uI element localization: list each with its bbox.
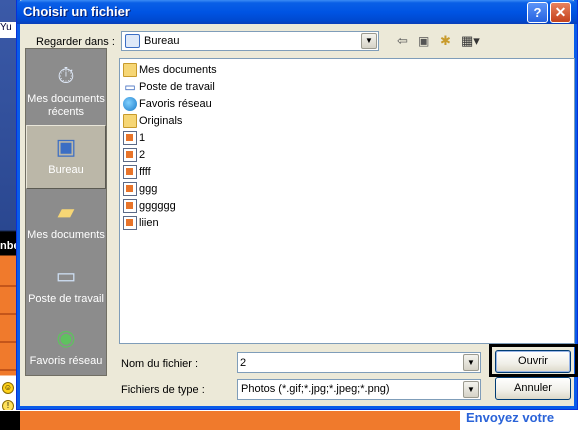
look-in-dropdown-arrow[interactable]: ▼ bbox=[361, 33, 377, 49]
place-recent-documents[interactable]: ⏱ Mes documents récents bbox=[26, 55, 106, 119]
place-label: Poste de travail bbox=[28, 293, 104, 305]
place-label: Mes documents récents bbox=[27, 93, 105, 118]
list-item[interactable]: ffff bbox=[123, 164, 151, 181]
list-item[interactable]: Mes documents bbox=[123, 62, 217, 79]
look-in-value: Bureau bbox=[144, 35, 180, 47]
cancel-button[interactable]: Annuler bbox=[495, 377, 571, 400]
place-network-places[interactable]: ◉ Favoris réseau bbox=[26, 317, 106, 381]
filetype-value: Photos (*.gif;*.jpg;*.jpeg;*.png) bbox=[241, 383, 390, 395]
list-item[interactable]: 2 bbox=[123, 147, 145, 164]
dialog-title: Choisir un fichier bbox=[23, 4, 130, 19]
smiley-icon: ☺ bbox=[2, 382, 14, 394]
computer-icon: ▭ bbox=[124, 80, 136, 95]
filetype-select[interactable]: Photos (*.gif;*.jpg;*.jpeg;*.png) ▼ bbox=[237, 379, 481, 400]
filename-dropdown-arrow[interactable]: ▼ bbox=[463, 354, 479, 371]
list-item[interactable]: 1 bbox=[123, 130, 145, 147]
filename-label: Nom du fichier : bbox=[121, 358, 199, 370]
filename-input[interactable] bbox=[240, 354, 460, 371]
help-icon: ? bbox=[533, 5, 542, 20]
file-name: 1 bbox=[139, 132, 146, 144]
list-item[interactable]: gggggg bbox=[123, 198, 176, 215]
look-in-label: Regarder dans : bbox=[36, 36, 115, 48]
network-places-icon: ◉ bbox=[56, 325, 76, 350]
place-my-documents[interactable]: ▰ Mes documents bbox=[26, 191, 106, 255]
up-folder-icon[interactable]: ▣ bbox=[418, 33, 429, 49]
desktop-small-icon bbox=[125, 34, 140, 48]
file-name: Mes documents bbox=[139, 64, 217, 76]
annotation-highlight bbox=[489, 344, 578, 377]
desktop-icon: ▣ bbox=[55, 134, 77, 159]
list-item[interactable]: liien bbox=[123, 215, 159, 232]
my-documents-icon: ▰ bbox=[57, 199, 75, 224]
network-icon bbox=[123, 97, 137, 112]
place-desktop[interactable]: ▣ Bureau bbox=[26, 125, 106, 189]
file-list[interactable]: Mes documents ▭ Poste de travail Favoris … bbox=[119, 58, 575, 344]
my-computer-icon: ▭ bbox=[55, 263, 77, 288]
filetype-label: Fichiers de type : bbox=[121, 384, 205, 396]
file-name: ggg bbox=[139, 183, 158, 195]
folder-icon bbox=[123, 114, 137, 129]
file-name: ffff bbox=[139, 166, 151, 178]
background-bottom-dark bbox=[0, 411, 20, 430]
file-name: liien bbox=[139, 217, 159, 229]
places-bar: ⏱ Mes documents récents ▣ Bureau ▰ Mes d… bbox=[25, 48, 107, 376]
document-icon bbox=[123, 182, 137, 197]
help-button[interactable]: ? bbox=[527, 2, 548, 23]
document-icon bbox=[123, 131, 137, 146]
background-bottom-bar bbox=[20, 411, 460, 430]
list-item[interactable]: Originals bbox=[123, 113, 182, 130]
document-icon bbox=[123, 216, 137, 231]
background-promo-text[interactable]: Envoyez votre bbox=[466, 410, 554, 425]
file-name: Poste de travail bbox=[139, 81, 215, 93]
recent-documents-icon: ⏱ bbox=[57, 63, 75, 88]
place-label: Favoris réseau bbox=[29, 355, 103, 367]
back-arrow-icon[interactable]: ⇦ bbox=[397, 33, 408, 49]
file-name: 2 bbox=[139, 149, 146, 161]
list-item[interactable]: ggg bbox=[123, 181, 157, 198]
list-item[interactable]: ▭ Poste de travail bbox=[123, 79, 215, 96]
place-label: Bureau bbox=[48, 164, 84, 176]
place-label: Mes documents bbox=[27, 229, 105, 241]
list-item[interactable]: Favoris réseau bbox=[123, 96, 212, 113]
document-icon bbox=[123, 199, 137, 214]
document-icon bbox=[123, 148, 137, 163]
look-in-combo[interactable]: Bureau ▼ bbox=[121, 31, 379, 51]
filename-field[interactable]: ▼ bbox=[237, 352, 481, 373]
place-my-computer[interactable]: ▭ Poste de travail bbox=[26, 255, 106, 319]
close-icon: ✕ bbox=[554, 4, 567, 20]
filetype-dropdown-arrow[interactable]: ▼ bbox=[463, 381, 479, 398]
close-button[interactable]: ✕ bbox=[550, 2, 571, 23]
view-menu-icon[interactable]: ▦▾ bbox=[461, 33, 480, 49]
file-name: gggggg bbox=[139, 200, 176, 212]
new-folder-icon[interactable]: ✱ bbox=[440, 33, 451, 49]
folder-icon bbox=[123, 63, 137, 78]
file-name: Favoris réseau bbox=[139, 98, 212, 110]
dialog-titlebar[interactable]: Choisir un fichier ? ✕ bbox=[17, 0, 577, 24]
file-name: Originals bbox=[139, 115, 183, 127]
document-icon bbox=[123, 165, 137, 180]
